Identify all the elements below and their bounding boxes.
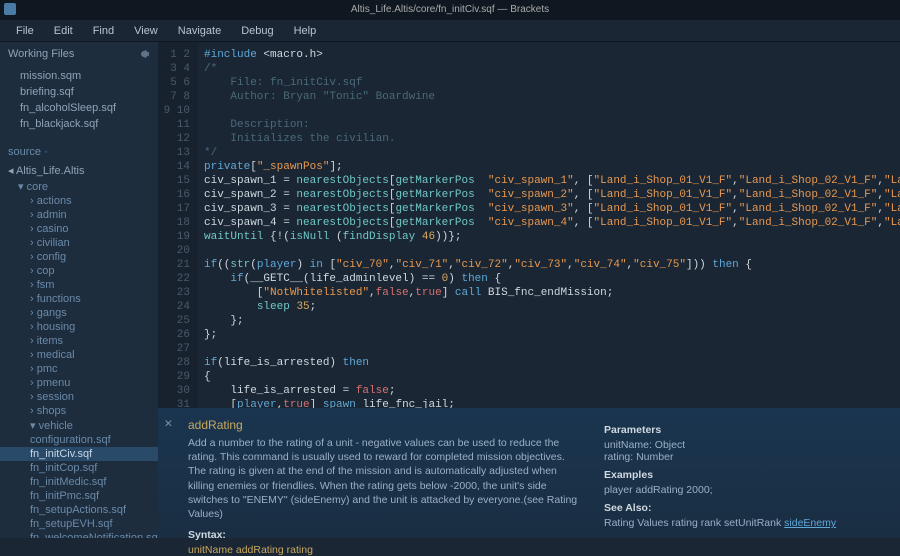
tree-file[interactable]: fn_initPmc.sqf: [0, 489, 158, 503]
tree-folder[interactable]: › gangs: [0, 306, 158, 320]
title-bar: Altis_Life.Altis/core/fn_initCiv.sqf — B…: [0, 0, 900, 20]
menu-view[interactable]: View: [124, 25, 168, 37]
doc-title: addRating: [188, 418, 584, 432]
working-file-item[interactable]: mission.sqm: [0, 68, 158, 84]
tree-folder[interactable]: › fsm: [0, 278, 158, 292]
source-label[interactable]: source ·: [0, 142, 158, 162]
working-file-item[interactable]: fn_blackjack.sqf: [0, 116, 158, 132]
documentation-panel: ✕ addRating Add a number to the rating o…: [158, 408, 900, 538]
doc-params-label: Parameters: [604, 424, 884, 436]
tree-folder-core[interactable]: ▾ core: [0, 179, 158, 194]
tree-folder[interactable]: › cop: [0, 264, 158, 278]
working-file-item[interactable]: briefing.sqf: [0, 84, 158, 100]
doc-param: unitName: Object: [604, 439, 884, 451]
title-text: Altis_Life.Altis/core/fn_initCiv.sqf — B…: [351, 4, 549, 15]
menu-find[interactable]: Find: [83, 25, 124, 37]
tree-folder[interactable]: › shops: [0, 404, 158, 418]
working-files-label: Working Files: [8, 48, 74, 60]
tree-folder[interactable]: › casino: [0, 222, 158, 236]
sidebar: Working Files mission.sqm briefing.sqf f…: [0, 42, 158, 538]
doc-seealso-label: See Also:: [604, 502, 884, 514]
tree-folder[interactable]: › functions: [0, 292, 158, 306]
tree-folder[interactable]: › items: [0, 334, 158, 348]
doc-param: rating: Number: [604, 451, 884, 463]
code-area[interactable]: #include <macro.h> /* File: fn_initCiv.s…: [198, 42, 900, 408]
line-gutter: 1 2 3 4 5 6 7 8 9 10 11 12 13 14 15 16 1…: [158, 42, 198, 408]
tree-file[interactable]: fn_setupActions.sqf: [0, 503, 158, 517]
gear-icon[interactable]: [138, 48, 150, 60]
app-icon: [4, 3, 16, 15]
tree-file[interactable]: fn_setupEVH.sqf: [0, 517, 158, 531]
working-files-list: mission.sqm briefing.sqf fn_alcoholSleep…: [0, 66, 158, 142]
tree-folder[interactable]: › pmenu: [0, 376, 158, 390]
tree-file[interactable]: fn_initMedic.sqf: [0, 475, 158, 489]
tree-folder[interactable]: › admin: [0, 208, 158, 222]
menu-help[interactable]: Help: [284, 25, 327, 37]
menu-file[interactable]: File: [6, 25, 44, 37]
tree-folder[interactable]: › medical: [0, 348, 158, 362]
menu-bar: File Edit Find View Navigate Debug Help: [0, 20, 900, 42]
tree-file[interactable]: fn_initCiv.sqf: [0, 447, 158, 461]
tree-folder[interactable]: › civilian: [0, 236, 158, 250]
menu-navigate[interactable]: Navigate: [168, 25, 231, 37]
working-file-item[interactable]: fn_alcoholSleep.sqf: [0, 100, 158, 116]
tree-file[interactable]: configuration.sqf: [0, 433, 158, 447]
doc-example: player addRating 2000;: [604, 484, 884, 496]
tree-folder[interactable]: ▾ vehicle: [0, 418, 158, 433]
tree-folder[interactable]: › pmc: [0, 362, 158, 376]
editor[interactable]: 1 2 3 4 5 6 7 8 9 10 11 12 13 14 15 16 1…: [158, 42, 900, 408]
tree-file[interactable]: fn_welcomeNotification.sqf: [0, 531, 158, 538]
doc-syntax: unitName addRating rating: [188, 544, 584, 556]
doc-examples-label: Examples: [604, 469, 884, 481]
menu-debug[interactable]: Debug: [231, 25, 283, 37]
close-icon[interactable]: ✕: [164, 418, 173, 430]
doc-link[interactable]: sideEnemy: [784, 517, 836, 529]
doc-seealso: Rating Values rating rank setUnitRank si…: [604, 517, 884, 529]
tree-file[interactable]: fn_initCop.sqf: [0, 461, 158, 475]
tree-folder[interactable]: › housing: [0, 320, 158, 334]
doc-syntax-label: Syntax:: [188, 529, 584, 541]
tree-root[interactable]: ◂ Altis_Life.Altis: [0, 162, 158, 179]
doc-description: Add a number to the rating of a unit - n…: [188, 436, 584, 521]
tree-folder[interactable]: › session: [0, 390, 158, 404]
tree-folder[interactable]: › actions: [0, 194, 158, 208]
menu-edit[interactable]: Edit: [44, 25, 83, 37]
tree-folder[interactable]: › config: [0, 250, 158, 264]
